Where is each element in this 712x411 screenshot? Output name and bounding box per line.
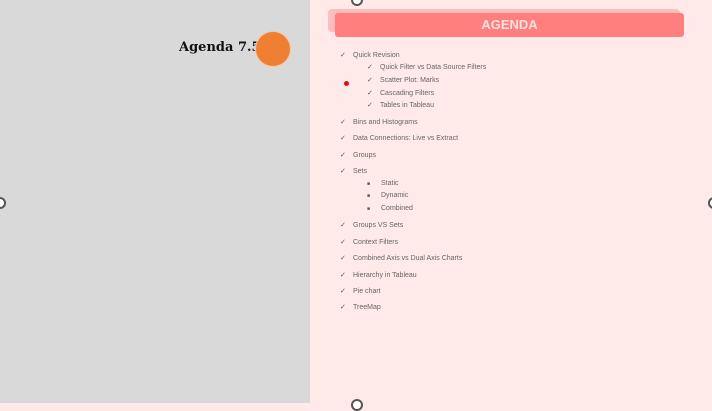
agenda-item-label: Scatter Plot: Marks xyxy=(380,77,440,84)
agenda-item-label: Combined Axis vs Dual Axis Charts xyxy=(353,255,463,262)
checkmark-icon: ✓ xyxy=(340,119,346,126)
agenda-item-label: Groups VS Sets xyxy=(353,222,404,229)
agenda-item-label: Sets xyxy=(353,168,368,175)
slide-title: Agenda 7.5 xyxy=(179,40,261,55)
checkmark-icon: ✓ xyxy=(340,152,346,159)
agenda-item: ✓ Quick Filter vs Data Source Filters xyxy=(367,63,486,71)
checkmark-icon: ✓ xyxy=(340,222,346,229)
resize-handle-bottom[interactable] xyxy=(351,399,363,411)
agenda-item-label: Tables in Tableau xyxy=(380,102,434,109)
agenda-banner[interactable]: AGENDA xyxy=(335,13,684,37)
agenda-item: ✓ Bins and Histograms xyxy=(340,118,418,126)
agenda-item: ✓ Data Connections: Live vs Extract xyxy=(340,134,458,142)
resize-handle-top[interactable] xyxy=(351,0,363,6)
agenda-item-label: Quick Filter vs Data Source Filters xyxy=(380,64,487,71)
checkmark-icon: ✓ xyxy=(340,272,346,279)
checkmark-icon: ✓ xyxy=(367,77,373,84)
laser-pointer-dot xyxy=(344,81,349,86)
agenda-item-label: Dynamic xyxy=(381,192,409,199)
checkmark-icon: ✓ xyxy=(340,239,346,246)
agenda-item-label: Hierarchy in Tableau xyxy=(353,272,417,279)
checkmark-icon: ✓ xyxy=(340,135,346,142)
checkmark-icon: ✓ xyxy=(340,288,346,295)
agenda-item: ✓ Context Filters xyxy=(340,238,398,246)
agenda-item: ✓ Scatter Plot: Marks xyxy=(367,76,439,84)
checkmark-icon: ✓ xyxy=(340,168,346,175)
orange-circle-shape[interactable] xyxy=(255,31,291,67)
agenda-item: ✓ Sets xyxy=(340,167,367,175)
agenda-item: ✓ Cascading Filters xyxy=(367,89,434,97)
checkmark-icon: ✓ xyxy=(367,90,373,97)
agenda-item: ✓ Quick Revision xyxy=(340,51,400,59)
checkmark-icon: ✓ xyxy=(340,255,346,262)
agenda-item-label: Quick Revision xyxy=(353,52,400,59)
agenda-item-label: Groups xyxy=(353,152,376,159)
agenda-item: ✓ Groups xyxy=(340,151,376,159)
checkmark-icon: ✓ xyxy=(367,64,373,71)
bullet-icon: ■ xyxy=(367,206,371,212)
agenda-item-label: TreeMap xyxy=(353,304,381,311)
agenda-item-label: Bins and Histograms xyxy=(353,119,418,126)
agenda-item: ✓ TreeMap xyxy=(340,303,381,311)
agenda-item: ✓ Groups VS Sets xyxy=(340,221,403,229)
agenda-item-label: Static xyxy=(381,180,399,187)
agenda-item-label: Combined xyxy=(381,205,413,212)
agenda-item-label: Pie chart xyxy=(353,288,381,295)
checkmark-icon: ✓ xyxy=(367,102,373,109)
agenda-item: ■ Dynamic xyxy=(367,192,408,199)
agenda-item: ✓ Hierarchy in Tableau xyxy=(340,271,417,279)
agenda-item: ✓ Pie chart xyxy=(340,287,381,295)
checkmark-icon: ✓ xyxy=(340,304,346,311)
agenda-item-label: Cascading Filters xyxy=(380,90,435,97)
agenda-item: ■ Static xyxy=(367,180,399,187)
bullet-icon: ■ xyxy=(367,181,371,187)
agenda-item-label: Context Filters xyxy=(353,239,399,246)
agenda-item: ✓ Tables in Tableau xyxy=(367,101,434,109)
agenda-item: ✓ Combined Axis vs Dual Axis Charts xyxy=(340,254,462,262)
checkmark-icon: ✓ xyxy=(340,52,346,59)
agenda-item: ■ Combined xyxy=(367,205,413,212)
agenda-item-label: Data Connections: Live vs Extract xyxy=(353,135,459,142)
bullet-icon: ■ xyxy=(367,193,371,199)
resize-handle-right[interactable] xyxy=(708,197,712,209)
